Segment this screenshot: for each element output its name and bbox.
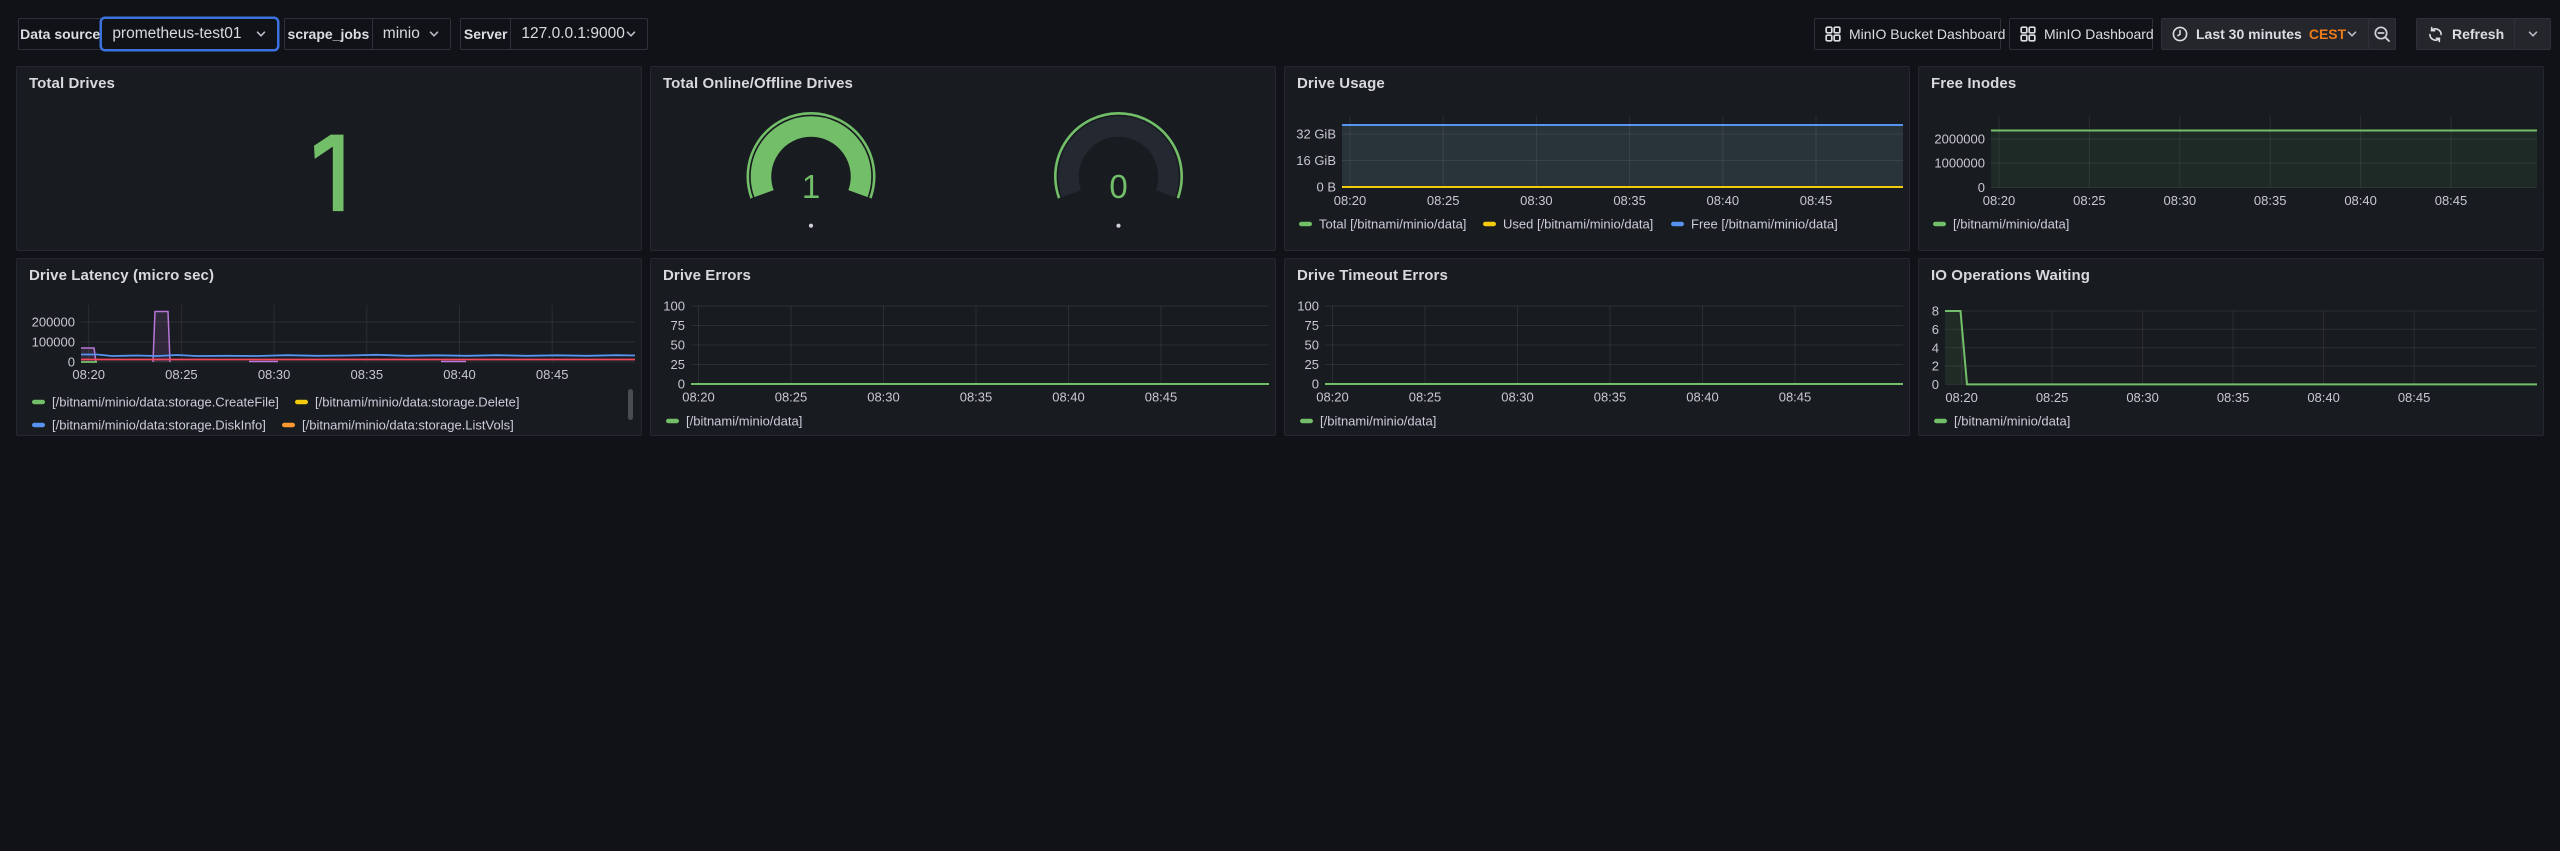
svg-text:[/bitnami/minio/data]: [/bitnami/minio/data] bbox=[1954, 414, 2070, 429]
svg-text:50: 50 bbox=[671, 338, 685, 353]
svg-text:08:20: 08:20 bbox=[1983, 193, 2016, 208]
svg-text:08:25: 08:25 bbox=[2073, 193, 2106, 208]
svg-text:08:30: 08:30 bbox=[2164, 193, 2197, 208]
svg-text:08:25: 08:25 bbox=[1409, 390, 1442, 405]
svg-text:08:35: 08:35 bbox=[960, 390, 993, 405]
svg-text:100: 100 bbox=[663, 299, 685, 314]
svg-text:08:40: 08:40 bbox=[2307, 390, 2340, 405]
svg-text:08:30: 08:30 bbox=[1501, 390, 1534, 405]
svg-text:08:35: 08:35 bbox=[1594, 390, 1627, 405]
svg-text:[/bitnami/minio/data:storage.D: [/bitnami/minio/data:storage.Delete] bbox=[315, 395, 520, 410]
svg-text:08:25: 08:25 bbox=[165, 367, 198, 382]
svg-text:Used [/bitnami/minio/data]: Used [/bitnami/minio/data] bbox=[1503, 217, 1653, 232]
svg-text:100000: 100000 bbox=[32, 335, 75, 350]
svg-text:200000: 200000 bbox=[32, 315, 75, 330]
svg-text:08:30: 08:30 bbox=[1520, 193, 1553, 208]
svg-text:2: 2 bbox=[1932, 359, 1939, 374]
svg-text:08:35: 08:35 bbox=[351, 367, 384, 382]
svg-text:25: 25 bbox=[671, 357, 685, 372]
svg-text:08:30: 08:30 bbox=[258, 367, 291, 382]
svg-text:08:45: 08:45 bbox=[2398, 390, 2431, 405]
svg-text:08:30: 08:30 bbox=[867, 390, 900, 405]
svg-text:1000000: 1000000 bbox=[1934, 156, 1985, 171]
svg-text:08:20: 08:20 bbox=[1316, 390, 1349, 405]
svg-text:08:45: 08:45 bbox=[2435, 193, 2468, 208]
svg-text:100: 100 bbox=[1297, 299, 1319, 314]
svg-text:08:40: 08:40 bbox=[1052, 390, 1085, 405]
svg-text:[/bitnami/minio/data:storage.L: [/bitnami/minio/data:storage.ListVols] bbox=[302, 418, 514, 433]
svg-text:[/bitnami/minio/data:storage.C: [/bitnami/minio/data:storage.CreateFile] bbox=[52, 395, 279, 410]
svg-text:1: 1 bbox=[802, 168, 820, 205]
svg-text:08:35: 08:35 bbox=[2254, 193, 2287, 208]
svg-text:08:25: 08:25 bbox=[775, 390, 808, 405]
svg-text:08:25: 08:25 bbox=[1427, 193, 1460, 208]
svg-text:Free [/bitnami/minio/data]: Free [/bitnami/minio/data] bbox=[1691, 217, 1838, 232]
svg-text:8: 8 bbox=[1932, 304, 1939, 319]
svg-text:75: 75 bbox=[1305, 318, 1319, 333]
svg-text:50: 50 bbox=[1305, 338, 1319, 353]
svg-text:08:40: 08:40 bbox=[1686, 390, 1719, 405]
svg-text:08:20: 08:20 bbox=[72, 367, 105, 382]
svg-text:4: 4 bbox=[1932, 340, 1939, 355]
svg-text:[/bitnami/minio/data]: [/bitnami/minio/data] bbox=[686, 414, 802, 429]
svg-text:75: 75 bbox=[671, 318, 685, 333]
svg-text:08:45: 08:45 bbox=[1145, 390, 1178, 405]
svg-text:08:40: 08:40 bbox=[1707, 193, 1740, 208]
svg-text:Total [/bitnami/minio/data]: Total [/bitnami/minio/data] bbox=[1319, 217, 1466, 232]
svg-text:08:45: 08:45 bbox=[1800, 193, 1833, 208]
svg-text:[/bitnami/minio/data]: [/bitnami/minio/data] bbox=[1953, 217, 2069, 232]
svg-text:08:45: 08:45 bbox=[1779, 390, 1812, 405]
svg-text:[/bitnami/minio/data]: [/bitnami/minio/data] bbox=[1320, 414, 1436, 429]
svg-text:25: 25 bbox=[1305, 357, 1319, 372]
svg-text:2000000: 2000000 bbox=[1934, 132, 1985, 147]
svg-text:32 GiB: 32 GiB bbox=[1296, 127, 1336, 142]
svg-text:08:35: 08:35 bbox=[2217, 390, 2250, 405]
svg-text:08:30: 08:30 bbox=[2126, 390, 2159, 405]
svg-text:08:20: 08:20 bbox=[1945, 390, 1978, 405]
svg-text:0: 0 bbox=[1109, 168, 1127, 205]
svg-text:0: 0 bbox=[1932, 377, 1939, 392]
svg-text:08:20: 08:20 bbox=[1334, 193, 1367, 208]
svg-text:08:40: 08:40 bbox=[2344, 193, 2377, 208]
svg-text:16 GiB: 16 GiB bbox=[1296, 153, 1336, 168]
svg-text:6: 6 bbox=[1932, 322, 1939, 337]
svg-text:08:20: 08:20 bbox=[682, 390, 715, 405]
svg-text:08:25: 08:25 bbox=[2036, 390, 2069, 405]
svg-text:[/bitnami/minio/data:storage.D: [/bitnami/minio/data:storage.DiskInfo] bbox=[52, 418, 266, 433]
svg-text:08:45: 08:45 bbox=[536, 367, 569, 382]
svg-text:08:40: 08:40 bbox=[443, 367, 476, 382]
svg-text:08:35: 08:35 bbox=[1613, 193, 1646, 208]
